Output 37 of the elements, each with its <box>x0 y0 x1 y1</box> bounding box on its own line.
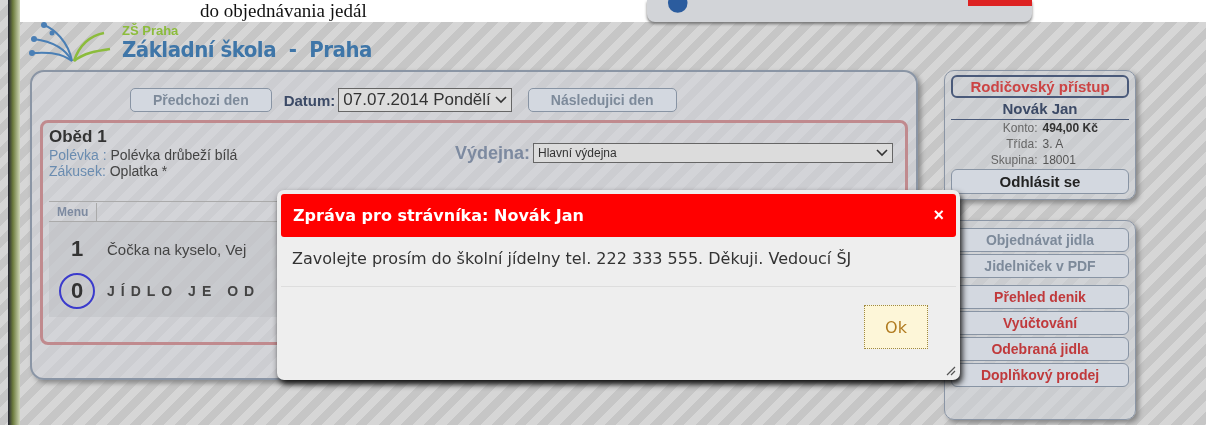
course-name: Polévka drůbeží bílá <box>109 147 238 163</box>
option-number[interactable]: 0 <box>59 273 95 309</box>
parent-access-title: Rodičovský přístup <box>951 75 1129 98</box>
course-name: Oplatka * <box>108 163 168 179</box>
outlet-label: Výdejna: <box>454 142 530 164</box>
field-label: Konto: <box>1001 120 1038 136</box>
field-label: Třída: <box>1005 136 1038 152</box>
course-label: Zákusek: <box>49 163 106 179</box>
meal-option: JÍDLO JE OD <box>107 283 261 299</box>
chevron-down-icon <box>494 96 507 104</box>
field-label: Skupina: <box>989 152 1038 168</box>
ok-button[interactable]: Ok <box>864 305 928 349</box>
flag-icon <box>968 0 1032 6</box>
option-number[interactable]: 1 <box>59 231 95 267</box>
chevron-down-icon <box>876 149 888 157</box>
page-caption: do objednávania jedál <box>200 0 367 22</box>
menu-button[interactable]: Doplňkový prodej <box>951 363 1129 387</box>
field-value: 3. A <box>1042 136 1065 152</box>
course-label: Polévka : <box>49 147 107 163</box>
outlet-select[interactable]: Hlavní výdejna <box>533 143 893 163</box>
meal-option: Čočka na kyselo, Vej <box>107 240 247 258</box>
date-select[interactable]: 07.07.2014 Pondělí <box>338 88 512 112</box>
dialog-title: Zpráva pro strávníka: Novák Jan <box>293 206 584 225</box>
date-label: Datum: <box>283 91 336 109</box>
user-name: Novák Jan <box>951 98 1129 120</box>
previous-day-button[interactable]: Předchozi den <box>130 88 272 112</box>
dialog-message: Zavolejte prosím do školní jídelny tel. 222 333 555. Děkuji. Vedoucí ŠJ <box>281 237 956 287</box>
field-value: 494,00 Kč <box>1042 120 1099 136</box>
meal-title: Oběd 1 <box>49 127 108 147</box>
logout-button[interactable]: Odhlásit se <box>951 169 1129 194</box>
logo-title: ZŠ Praha <box>122 24 180 38</box>
field-value: 18001 <box>1042 152 1077 168</box>
next-day-button[interactable]: Následujici den <box>527 88 677 112</box>
close-button[interactable]: × <box>933 205 944 226</box>
school-name: Základní škola - Praha <box>122 38 372 62</box>
resize-grip-icon <box>946 366 956 376</box>
menu-tab[interactable]: Menu <box>49 203 98 221</box>
